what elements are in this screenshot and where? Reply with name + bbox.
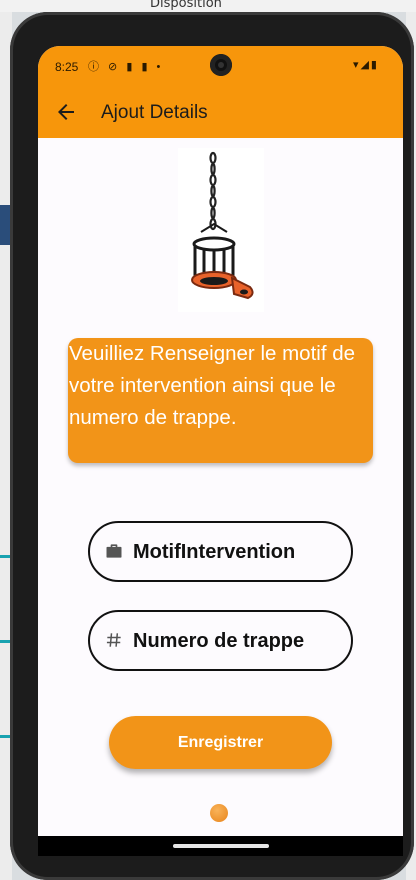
status-time: 8:25	[55, 60, 79, 74]
app-bar: Ajout Details	[38, 86, 403, 138]
instruction-banner: Veuilliez Renseigner le motif de votre i…	[68, 338, 373, 463]
page-title: Ajout Details	[101, 102, 208, 123]
loading-indicator-dot	[210, 804, 228, 822]
numero-trappe-input[interactable]	[133, 624, 343, 658]
camera-cutout	[210, 54, 232, 76]
briefcase-icon	[106, 544, 122, 558]
arrow-left-icon[interactable]	[54, 100, 78, 124]
motif-intervention-field[interactable]	[88, 521, 353, 582]
instruction-text: Veuilliez Renseigner le motif de votre i…	[69, 342, 356, 429]
host-tab-disposition: Disposition	[150, 0, 222, 10]
status-notification-icons: ⓘ ⊘ ▮ ▮ •	[88, 61, 164, 73]
phone-frame: 8:25 ⓘ ⊘ ▮ ▮ • ▾◢▮ Ajout Details Veuilli…	[10, 12, 414, 880]
status-bar: 8:25 ⓘ ⊘ ▮ ▮ • ▾◢▮	[38, 46, 403, 86]
home-indicator[interactable]	[173, 844, 269, 848]
save-button[interactable]: Enregistrer	[109, 716, 332, 769]
manhole-ladder-image	[178, 148, 264, 312]
numero-trappe-field[interactable]	[88, 610, 353, 671]
status-system-icons: ▾◢▮	[352, 59, 379, 71]
motif-intervention-input[interactable]	[133, 535, 343, 569]
hash-icon	[106, 633, 121, 647]
app-screen: 8:25 ⓘ ⊘ ▮ ▮ • ▾◢▮ Ajout Details Veuilli…	[38, 46, 403, 856]
host-marker	[0, 205, 10, 245]
